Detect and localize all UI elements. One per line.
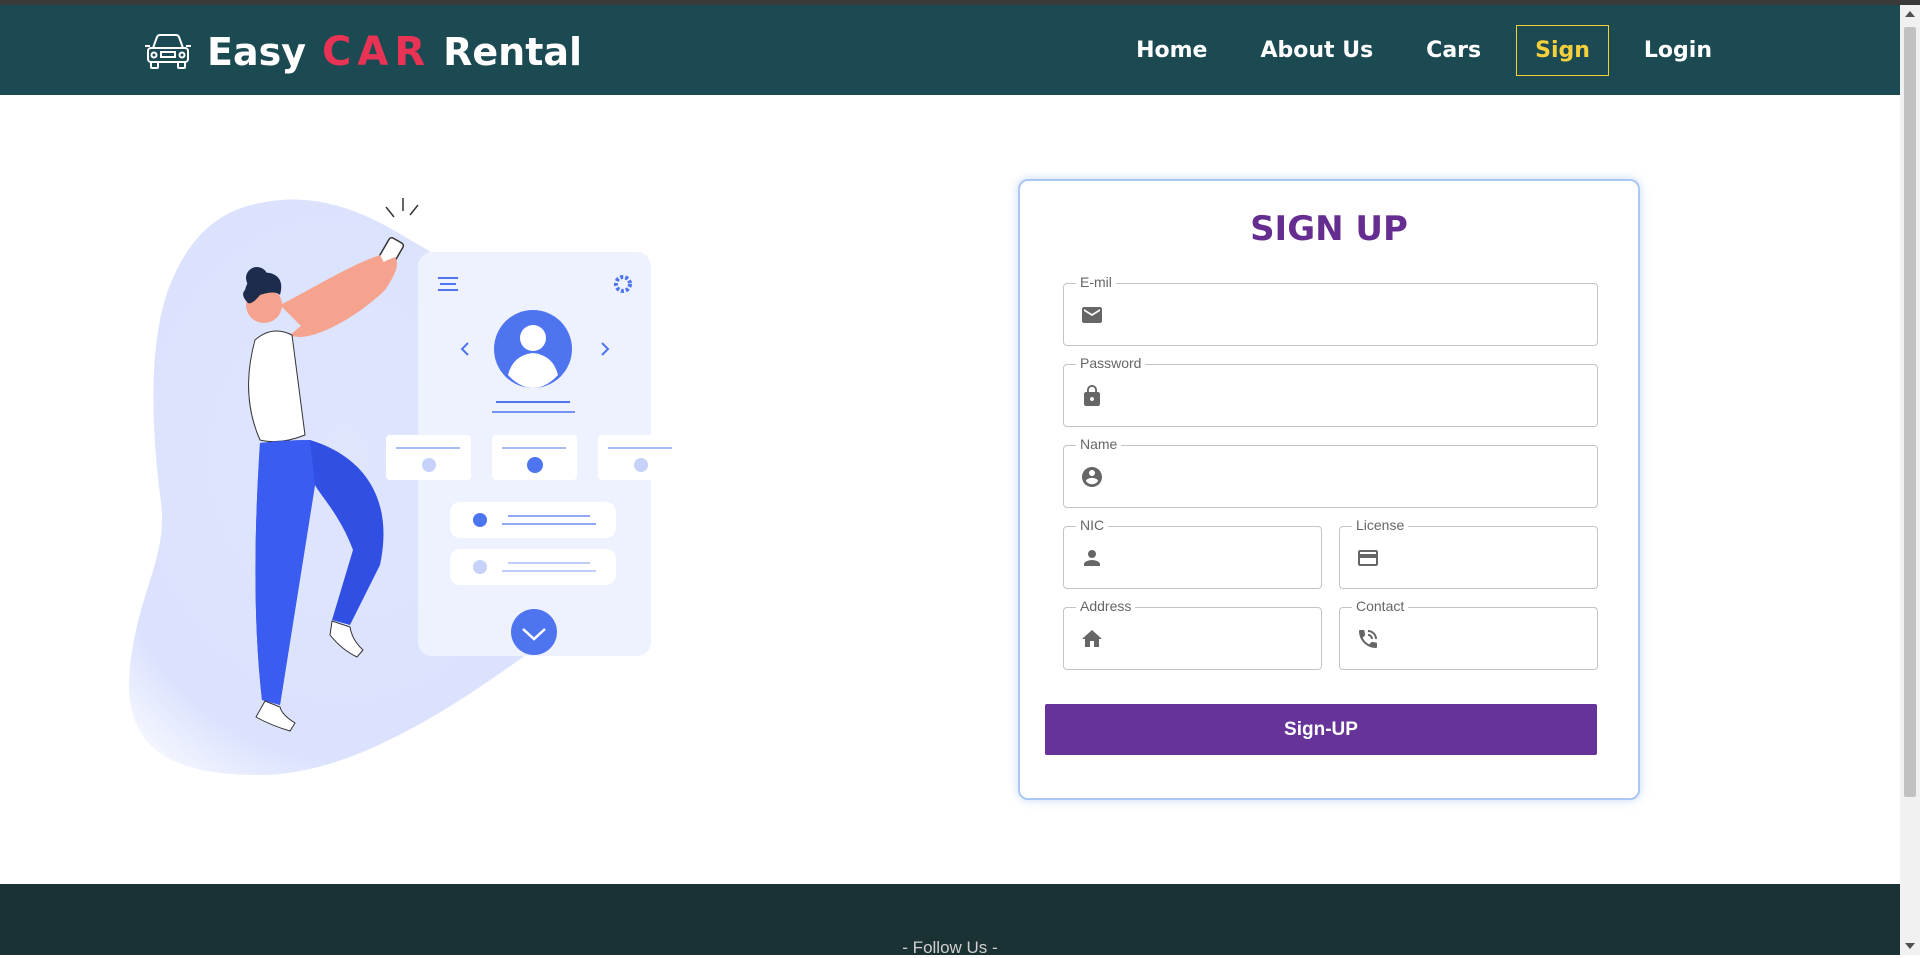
contact-field[interactable]: Contact [1339, 598, 1598, 670]
license-label: License [1352, 517, 1409, 533]
nic-label: NIC [1076, 517, 1109, 533]
license-input[interactable] [1394, 537, 1587, 579]
address-label: Address [1076, 598, 1136, 614]
name-field[interactable]: Name [1063, 436, 1598, 508]
main-nav: Home About Us Cars Sign Login [1101, 25, 1730, 76]
signup-submit-button[interactable]: Sign-UP [1045, 704, 1597, 755]
lock-icon [1084, 385, 1100, 406]
email-field[interactable]: E-mil [1063, 274, 1598, 346]
email-input[interactable] [1118, 294, 1587, 336]
address-input[interactable] [1118, 618, 1311, 660]
page-scrollbar[interactable] [1900, 5, 1920, 955]
scrollbar-thumb[interactable] [1904, 27, 1916, 797]
password-input[interactable] [1118, 375, 1587, 417]
license-field[interactable]: License [1339, 517, 1598, 589]
signup-title: SIGN UP [1250, 209, 1408, 249]
follow-us-text: - Follow Us - [902, 938, 998, 957]
nav-home-link[interactable]: Home [1118, 28, 1225, 73]
nic-input[interactable] [1118, 537, 1311, 579]
password-field[interactable]: Password [1063, 355, 1598, 427]
name-label: Name [1076, 436, 1122, 452]
name-input[interactable] [1118, 456, 1587, 498]
address-field[interactable]: Address [1063, 598, 1322, 670]
nav-about-link[interactable]: About Us [1242, 28, 1391, 73]
email-label: E-mil [1076, 274, 1116, 290]
car-icon [145, 34, 191, 69]
contact-label: Contact [1352, 598, 1409, 614]
scroll-down-arrow-icon[interactable] [1905, 943, 1915, 949]
nic-field[interactable]: NIC [1063, 517, 1322, 589]
navbar: Easy CAR Rental Home About Us Cars Sign … [0, 5, 1900, 95]
credit-card-icon [1358, 550, 1378, 566]
nav-login-link[interactable]: Login [1626, 28, 1730, 73]
footer: - Follow Us - [0, 884, 1900, 957]
account-circle-icon [1082, 467, 1102, 487]
nav-sign-link[interactable]: Sign [1516, 25, 1609, 76]
brand-word-rental: Rental [443, 30, 583, 74]
nav-cars-link[interactable]: Cars [1408, 28, 1499, 73]
signup-card: SIGN UP E-mil Password Name NIC License … [1018, 179, 1640, 800]
phone-in-talk-icon [1359, 630, 1377, 648]
brand-word-easy: Easy [207, 30, 306, 74]
brand-word-car: CAR [322, 29, 432, 75]
signup-illustration [128, 198, 683, 775]
brand-logo[interactable]: Easy CAR Rental [145, 27, 582, 77]
contact-input[interactable] [1394, 618, 1587, 660]
mail-icon [1082, 307, 1102, 323]
scroll-up-arrow-icon[interactable] [1905, 11, 1915, 17]
person-icon [1084, 550, 1100, 566]
home-icon [1082, 630, 1102, 647]
password-label: Password [1076, 355, 1146, 371]
